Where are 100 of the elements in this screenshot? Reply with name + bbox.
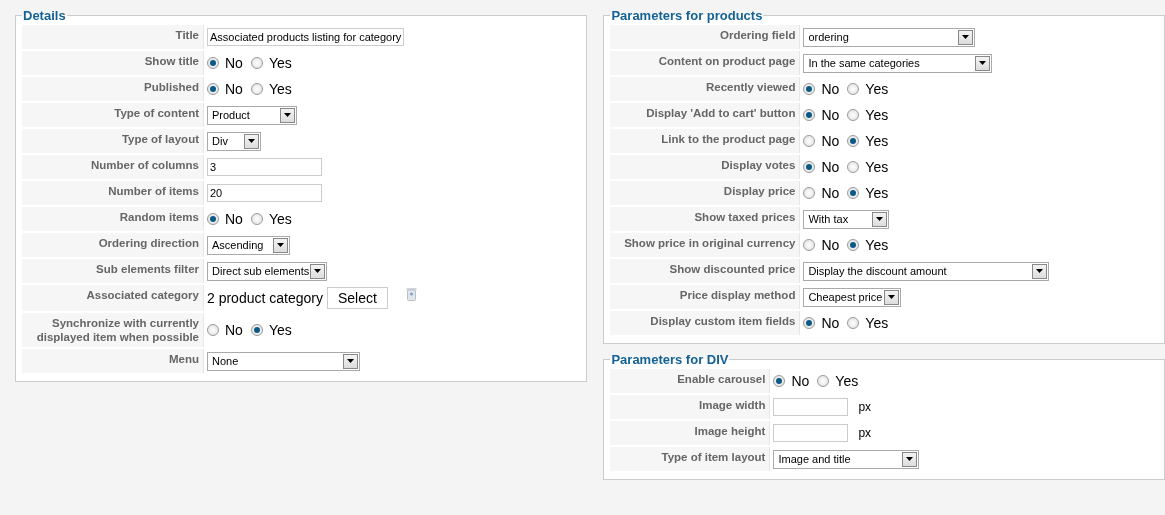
caret-icon xyxy=(347,359,354,363)
field-label: Recently viewed xyxy=(610,77,801,101)
dropdown[interactable]: Cheapest price xyxy=(803,287,902,307)
radio-option[interactable]: Yes xyxy=(847,185,889,201)
radio-button[interactable] xyxy=(803,135,816,147)
field-label: Display custom item fields xyxy=(610,311,801,335)
radio-label: No xyxy=(821,159,840,175)
field-label: Number of items xyxy=(22,181,204,205)
radio-option[interactable]: Yes xyxy=(847,107,889,123)
radio-button[interactable] xyxy=(207,324,219,336)
field-label: Image height xyxy=(610,421,771,445)
radio-label: Yes xyxy=(865,159,889,175)
dropdown[interactable]: With tax xyxy=(803,209,890,229)
dropdown[interactable]: Image and title xyxy=(773,449,920,469)
radio-option[interactable]: Yes xyxy=(847,133,889,149)
unit-label: px xyxy=(858,426,872,440)
dropdown[interactable]: In the same categories xyxy=(803,53,993,73)
dropdown[interactable]: Display the discount amount xyxy=(803,261,1050,281)
radio-option[interactable]: No xyxy=(207,81,243,97)
field-label: Ordering field xyxy=(610,25,801,49)
radio-option[interactable]: Yes xyxy=(847,81,889,97)
radio-button[interactable] xyxy=(847,239,860,251)
radio-button[interactable] xyxy=(817,375,830,387)
radio-label: Yes xyxy=(835,373,859,389)
radio-button[interactable] xyxy=(847,317,860,329)
radio-option[interactable]: Yes xyxy=(250,211,292,227)
radio-button[interactable] xyxy=(847,135,860,147)
radio-option[interactable]: Yes xyxy=(250,322,292,338)
radio-option[interactable]: No xyxy=(803,81,840,97)
radio-option[interactable]: No xyxy=(803,133,840,149)
field-label: Type of content xyxy=(22,103,204,127)
panel-title: Details xyxy=(22,8,67,23)
field-label: Ordering direction xyxy=(22,233,204,257)
dropdown[interactable]: ordering xyxy=(803,27,976,47)
radio-label: Yes xyxy=(865,185,889,201)
field-label: Price display method xyxy=(610,285,801,309)
radio-option[interactable]: No xyxy=(773,373,810,389)
radio-button[interactable] xyxy=(847,161,860,173)
text-field[interactable] xyxy=(773,424,849,442)
radio-button[interactable] xyxy=(207,57,219,69)
radio-label: No xyxy=(225,81,243,97)
text-field[interactable]: 3 xyxy=(207,158,322,176)
trash-icon[interactable] xyxy=(405,287,417,301)
radio-button[interactable] xyxy=(803,109,816,121)
radio-option[interactable]: Yes xyxy=(847,315,889,331)
radio-label: No xyxy=(821,107,840,123)
radio-option[interactable]: Yes xyxy=(250,81,292,97)
radio-label: No xyxy=(821,133,840,149)
radio-button[interactable] xyxy=(847,109,860,121)
radio-option[interactable]: No xyxy=(803,185,840,201)
radio-option[interactable]: No xyxy=(207,55,243,71)
radio-button[interactable] xyxy=(250,57,263,69)
radio-option[interactable]: No xyxy=(803,159,840,175)
radio-button[interactable] xyxy=(847,83,860,95)
field-label: Number of columns xyxy=(22,155,204,179)
dropdown[interactable]: Direct sub elements xyxy=(207,261,327,281)
dropdown[interactable]: Ascending xyxy=(207,235,290,255)
dropdown[interactable]: Div xyxy=(207,131,261,151)
radio-option[interactable]: Yes xyxy=(847,237,889,253)
radio-option[interactable]: Yes xyxy=(817,373,859,389)
field-label: Type of layout xyxy=(22,129,204,153)
field-label: Enable carousel xyxy=(610,369,771,393)
radio-button[interactable] xyxy=(803,161,816,173)
radio-button[interactable] xyxy=(803,239,816,251)
dropdown[interactable]: Product xyxy=(207,105,297,125)
radio-label: No xyxy=(821,81,840,97)
field-label: Type of item layout xyxy=(610,447,771,471)
radio-option[interactable]: Yes xyxy=(250,55,292,71)
radio-button[interactable] xyxy=(250,83,263,95)
radio-option[interactable]: No xyxy=(803,315,840,331)
select-button[interactable]: Select xyxy=(326,287,388,309)
text-field[interactable] xyxy=(773,398,849,416)
radio-button[interactable] xyxy=(847,187,860,199)
caret-icon xyxy=(248,139,255,143)
dropdown[interactable]: None xyxy=(207,351,360,371)
radio-option[interactable]: No xyxy=(803,237,840,253)
radio-option[interactable]: No xyxy=(207,211,243,227)
field-label: Image width xyxy=(610,395,771,419)
field-label: Associated category xyxy=(22,285,204,311)
radio-option[interactable]: Yes xyxy=(847,159,889,175)
field-label: Published xyxy=(22,77,204,101)
radio-button[interactable] xyxy=(803,83,816,95)
radio-button[interactable] xyxy=(207,83,219,95)
radio-label: Yes xyxy=(865,315,889,331)
radio-button[interactable] xyxy=(250,324,263,336)
radio-label: No xyxy=(821,185,840,201)
panel-title: Parameters for DIV xyxy=(610,352,730,367)
radio-button[interactable] xyxy=(803,317,816,329)
radio-option[interactable]: No xyxy=(207,322,243,338)
text-field[interactable]: 20 xyxy=(207,184,322,202)
radio-label: No xyxy=(225,211,243,227)
radio-button[interactable] xyxy=(773,375,786,387)
radio-button[interactable] xyxy=(250,213,263,225)
radio-button[interactable] xyxy=(207,213,219,225)
radio-button[interactable] xyxy=(803,187,816,199)
radio-label: No xyxy=(821,237,840,253)
radio-option[interactable]: No xyxy=(803,107,840,123)
text-field[interactable]: Associated products listing for category xyxy=(207,28,405,46)
field-label: Sub elements filter xyxy=(22,259,204,283)
caret-icon xyxy=(888,295,896,299)
